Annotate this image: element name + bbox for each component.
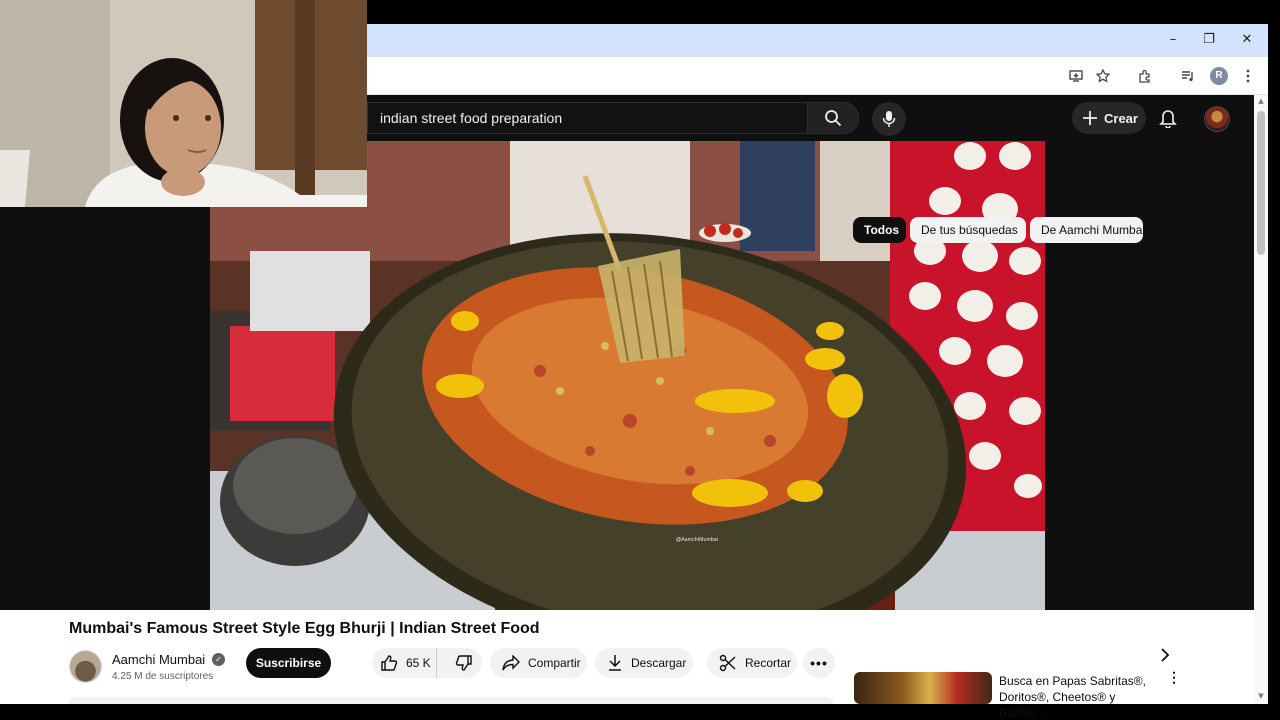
extensions-icon[interactable] xyxy=(1135,66,1155,86)
thumbs-up-icon xyxy=(381,655,398,671)
scissors-icon xyxy=(719,654,736,672)
share-button[interactable]: Compartir xyxy=(490,648,587,678)
channel-name[interactable]: Aamchi Mumbai xyxy=(112,652,205,667)
restore-button[interactable]: ❐ xyxy=(1197,30,1221,50)
clip-button[interactable]: Recortar xyxy=(707,648,797,678)
search-button[interactable] xyxy=(807,102,859,134)
dislike-button[interactable] xyxy=(445,648,482,678)
create-label: Crear xyxy=(1104,110,1138,126)
video-player[interactable]: @AamchiMumbai xyxy=(210,141,1045,610)
download-icon xyxy=(609,655,621,671)
subscribe-button[interactable]: Suscribirse xyxy=(246,648,331,678)
create-button[interactable]: Crear xyxy=(1072,102,1146,134)
install-app-icon[interactable] xyxy=(1066,66,1086,86)
video-frame xyxy=(210,141,1045,610)
plus-icon xyxy=(1083,111,1097,125)
webcam-overlay xyxy=(0,0,367,207)
description-box[interactable] xyxy=(69,697,833,704)
recommendation-thumbnail[interactable] xyxy=(854,672,992,704)
voice-search-button[interactable] xyxy=(872,102,906,136)
chips-next-button[interactable] xyxy=(1155,645,1175,665)
scroll-up-arrow-icon[interactable]: ▲ xyxy=(1257,97,1265,105)
recommendation-title[interactable]: Busca en Papas Sabritas®, Doritos®, Chee… xyxy=(999,673,1164,720)
chip-all[interactable]: Todos xyxy=(853,217,906,243)
chip-from-searches[interactable]: De tus búsquedas xyxy=(910,217,1026,243)
search-box[interactable] xyxy=(367,102,808,134)
thumbs-down-icon xyxy=(455,655,472,671)
chip-from-channel[interactable]: De Aamchi Mumbai xyxy=(1030,217,1143,243)
video-title: Mumbai's Famous Street Style Egg Bhurji … xyxy=(69,620,540,637)
channel-avatar[interactable] xyxy=(69,650,102,683)
profile-avatar[interactable]: R xyxy=(1210,67,1228,85)
close-window-button[interactable]: ✕ xyxy=(1235,30,1259,50)
media-control-icon[interactable] xyxy=(1178,66,1198,86)
recommendation-menu-button[interactable]: ⋮ xyxy=(1166,670,1182,693)
microphone-icon xyxy=(882,111,896,127)
bookmark-star-icon[interactable] xyxy=(1093,66,1113,86)
account-avatar[interactable] xyxy=(1204,106,1230,132)
scroll-down-arrow-icon[interactable]: ▼ xyxy=(1257,692,1265,700)
share-icon xyxy=(502,655,520,671)
more-actions-button[interactable]: ••• xyxy=(803,648,835,678)
page-scrollbar[interactable]: ▲ ▼ xyxy=(1254,95,1268,704)
video-watermark: @AamchiMumbai xyxy=(676,537,719,543)
verified-check-icon: ✓ xyxy=(212,653,225,666)
share-label: Compartir xyxy=(528,656,581,670)
like-dislike-group: 65 K xyxy=(372,648,482,678)
screen: – ❐ ✕ R indian street food preparation C… xyxy=(0,0,1280,720)
subscriber-count: 4.25 M de suscriptores xyxy=(112,671,214,682)
like-button[interactable]: 65 K xyxy=(372,648,438,678)
search-icon xyxy=(825,110,842,127)
minimize-button[interactable]: – xyxy=(1161,30,1185,50)
clip-label: Recortar xyxy=(745,656,792,670)
scrollbar-thumb[interactable] xyxy=(1257,111,1265,255)
browser-menu-icon[interactable] xyxy=(1238,66,1258,86)
download-label: Descargar xyxy=(631,656,687,670)
like-count: 65 K xyxy=(406,656,431,670)
search-input[interactable] xyxy=(380,103,800,133)
notifications-button[interactable] xyxy=(1156,106,1180,130)
chevron-right-icon xyxy=(1161,648,1170,662)
download-button[interactable]: Descargar xyxy=(595,648,693,678)
bell-icon xyxy=(1159,110,1177,128)
